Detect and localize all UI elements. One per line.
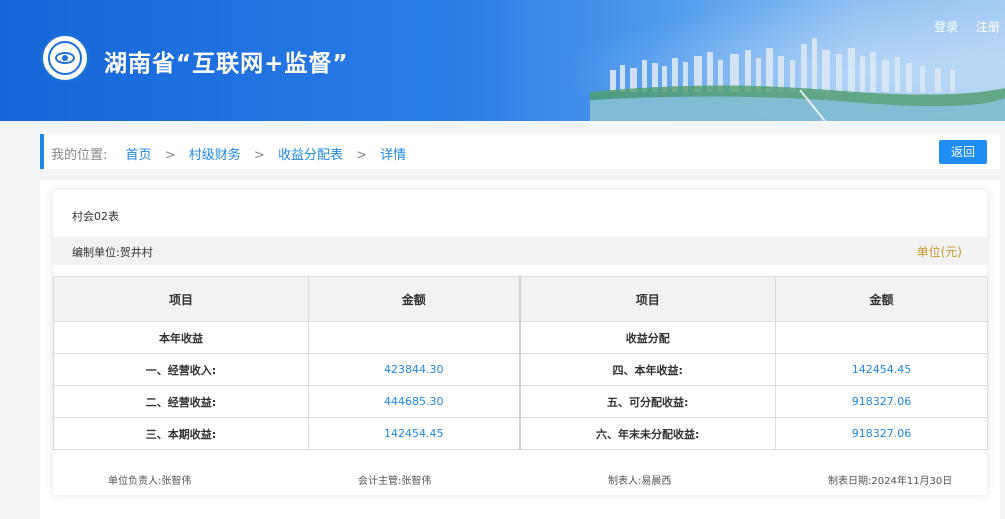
table-header-row: 项目 金额 项目 金额 [53,276,988,322]
column-header-item: 项目 [518,276,776,322]
prepared-date: 制表日期:2024年11月30日 [828,476,953,487]
site-header: 湖南省“互联网+监督” 登录 注册 [0,0,1005,121]
breadcrumb-village-finance[interactable]: 村级财务 [189,148,241,163]
row-item: 本年收益 [53,321,309,354]
back-button[interactable]: 返回 [939,140,987,164]
table-row: 本年收益 收益分配 [53,321,988,354]
breadcrumb-home[interactable]: 首页 [126,148,152,163]
row-item: 五、可分配收益: [518,385,776,418]
site-title: 湖南省“互联网+监督” [104,51,349,77]
row-amount: 142454.45 [775,353,988,386]
city-skyline-illustration [590,38,1005,121]
eye-pupil-icon [62,55,68,61]
row-item: 一、经营收入: [53,353,309,386]
table-row: 三、本期收益: 142454.45 六、年末未分配收益: 918327.06 [53,417,988,450]
row-item: 六、年末未分配收益: [518,417,776,450]
currency-unit: 单位(元) [916,245,962,259]
breadcrumb-income-distribution[interactable]: 收益分配表 [278,148,343,163]
row-amount [775,321,988,354]
auth-links: 登录 注册 [920,18,1000,35]
breadcrumb-separator: > [356,148,367,163]
signature-row: 单位负责人:张智伟 会计主管:张智伟 制表人:易晨西 制表日期:2024年11月… [53,472,987,488]
breadcrumb-separator: > [164,148,176,163]
row-item: 二、经营收益: [53,385,309,418]
row-item: 收益分配 [518,321,776,354]
form-code: 村会02表 [72,210,119,223]
row-amount: 918327.06 [775,417,988,450]
column-header-item: 项目 [53,276,309,322]
row-amount: 423844.30 [308,353,520,386]
row-amount: 918327.06 [775,385,988,418]
row-amount [308,321,520,354]
column-header-amount: 金额 [775,276,988,322]
column-header-amount: 金额 [308,276,520,322]
report-card: 村会02表 编制单位:贺井村 单位(元) 项目 金额 项目 金额 本年收益 收益… [53,190,988,495]
register-link[interactable]: 注册 [976,20,1000,34]
row-amount: 444685.30 [308,385,520,418]
prepared-unit: 编制单位:贺井村 [72,246,153,259]
row-item: 四、本年收益: [518,353,776,386]
unit-row: 编制单位:贺井村 单位(元) [53,237,987,265]
accounting-supervisor: 会计主管:张智伟 [358,476,432,487]
table-row: 一、经营收入: 423844.30 四、本年收益: 142454.45 [53,353,988,386]
content-panel: 村会02表 编制单位:贺井村 单位(元) 项目 金额 项目 金额 本年收益 收益… [40,180,1000,519]
row-item: 三、本期收益: [53,417,309,450]
breadcrumb-details[interactable]: 详情 [380,148,406,163]
breadcrumb-separator: > [253,148,265,163]
site-logo[interactable] [40,33,90,83]
breadcrumb-label: 我的位置: [51,148,108,163]
login-link[interactable]: 登录 [934,20,958,34]
breadcrumb-bar: 我的位置: 首页 > 村级财务 > 收益分配表 > 详情 返回 [40,134,1000,169]
table-row: 二、经营收益: 444685.30 五、可分配收益: 918327.06 [53,385,988,418]
row-amount: 142454.45 [308,417,520,450]
breadcrumb: 我的位置: 首页 > 村级财务 > 收益分配表 > 详情 [51,144,406,163]
preparer: 制表人:易晨西 [608,476,672,487]
unit-head: 单位负责人:张智伟 [108,476,192,487]
income-distribution-table: 项目 金额 项目 金额 本年收益 收益分配 一、经营收入: 423844.30 … [53,276,988,450]
